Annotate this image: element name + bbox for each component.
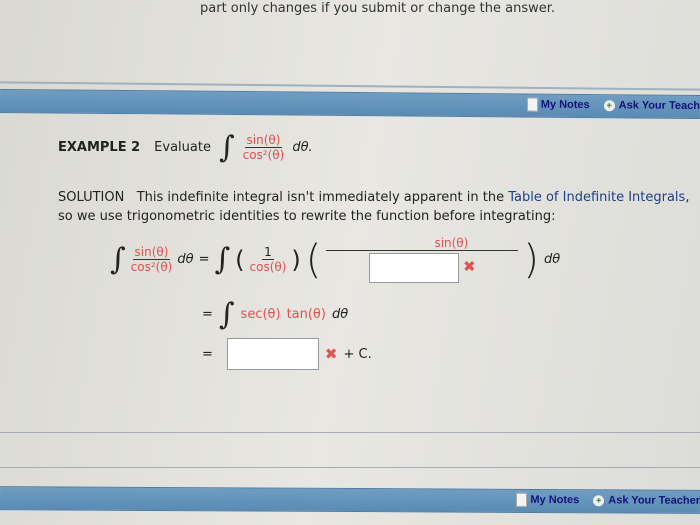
integral-sign: ∫ xyxy=(110,242,126,277)
left-paren: ( xyxy=(235,245,245,274)
answer-input-1[interactable] xyxy=(369,253,460,283)
answer-input-2[interactable] xyxy=(226,338,319,370)
answer-panel xyxy=(0,432,700,468)
denominator: cos(θ) xyxy=(249,260,287,274)
table-of-integrals-link[interactable]: Table of Indefinite Integrals xyxy=(508,190,685,205)
solution-text: SOLUTION This indefinite integral isn't … xyxy=(58,188,698,226)
my-notes-label: My Notes xyxy=(530,493,580,507)
question-toolbar-bottom: My Notes + Ask Your Teacher xyxy=(0,486,700,514)
numerator: 1 xyxy=(262,245,274,260)
left-paren: ( xyxy=(305,236,322,283)
integral-sign: ∫ xyxy=(218,297,235,332)
plus-icon: + xyxy=(603,99,615,111)
sec-term: sec(θ) xyxy=(240,307,281,322)
example-label: EXAMPLE 2 xyxy=(58,140,141,155)
evaluate-text: Evaluate xyxy=(154,140,211,155)
right-paren: ) xyxy=(523,236,539,283)
note-icon xyxy=(516,492,528,507)
ask-teacher-button[interactable]: + Ask Your Teacher xyxy=(585,494,700,507)
incorrect-x-icon: ✖ xyxy=(463,257,476,276)
numerator: sin(θ) xyxy=(326,236,519,251)
dtheta: dθ. xyxy=(292,140,313,155)
instruction-note: part only changes if you submit or chang… xyxy=(200,1,556,16)
solution-text-1: This indefinite integral isn't immediate… xyxy=(136,190,509,205)
tan-term: tan(θ) xyxy=(286,307,326,322)
note-icon xyxy=(526,97,538,112)
my-notes-button[interactable]: My Notes xyxy=(516,492,580,507)
integral-sign: ∫ xyxy=(214,242,231,277)
equation-line-3: = ✖ + C. xyxy=(202,338,372,370)
solution-label: SOLUTION xyxy=(58,190,125,205)
ask-teacher-button[interactable]: + Ask Your Teach xyxy=(596,99,700,112)
dtheta: dθ xyxy=(544,252,561,267)
dtheta: dθ xyxy=(331,307,349,322)
numerator: sin(θ) xyxy=(132,245,171,260)
plus-icon: + xyxy=(593,494,605,506)
numerator: sin(θ) xyxy=(244,133,283,148)
equals: = xyxy=(198,252,210,267)
example-row: EXAMPLE 2 Evaluate ∫ sin(θ) cos²(θ) dθ. xyxy=(58,130,313,165)
right-paren: ) xyxy=(291,245,301,274)
equation-line-1: ∫ sin(θ) cos²(θ) dθ = ∫ (1 cos(θ)) ( sin(θ… xyxy=(110,236,560,283)
equals: = xyxy=(202,346,213,362)
plus-c: + C. xyxy=(343,346,372,362)
my-notes-label: My Notes xyxy=(540,98,590,111)
denominator: cos²(θ) xyxy=(242,148,285,162)
question-toolbar-top: My Notes + Ask Your Teach xyxy=(0,88,700,120)
my-notes-button[interactable]: My Notes xyxy=(526,97,590,113)
integral-sign: ∫ xyxy=(218,130,235,165)
equation-line-2: = ∫ sec(θ) tan(θ) dθ xyxy=(202,297,348,332)
denominator: cos²(θ) xyxy=(130,260,173,274)
ask-teacher-label: Ask Your Teach xyxy=(618,99,700,113)
equals: = xyxy=(202,307,213,322)
dtheta: dθ xyxy=(177,252,194,267)
ask-teacher-label: Ask Your Teacher xyxy=(608,494,700,507)
incorrect-x-icon: ✖ xyxy=(324,345,338,363)
